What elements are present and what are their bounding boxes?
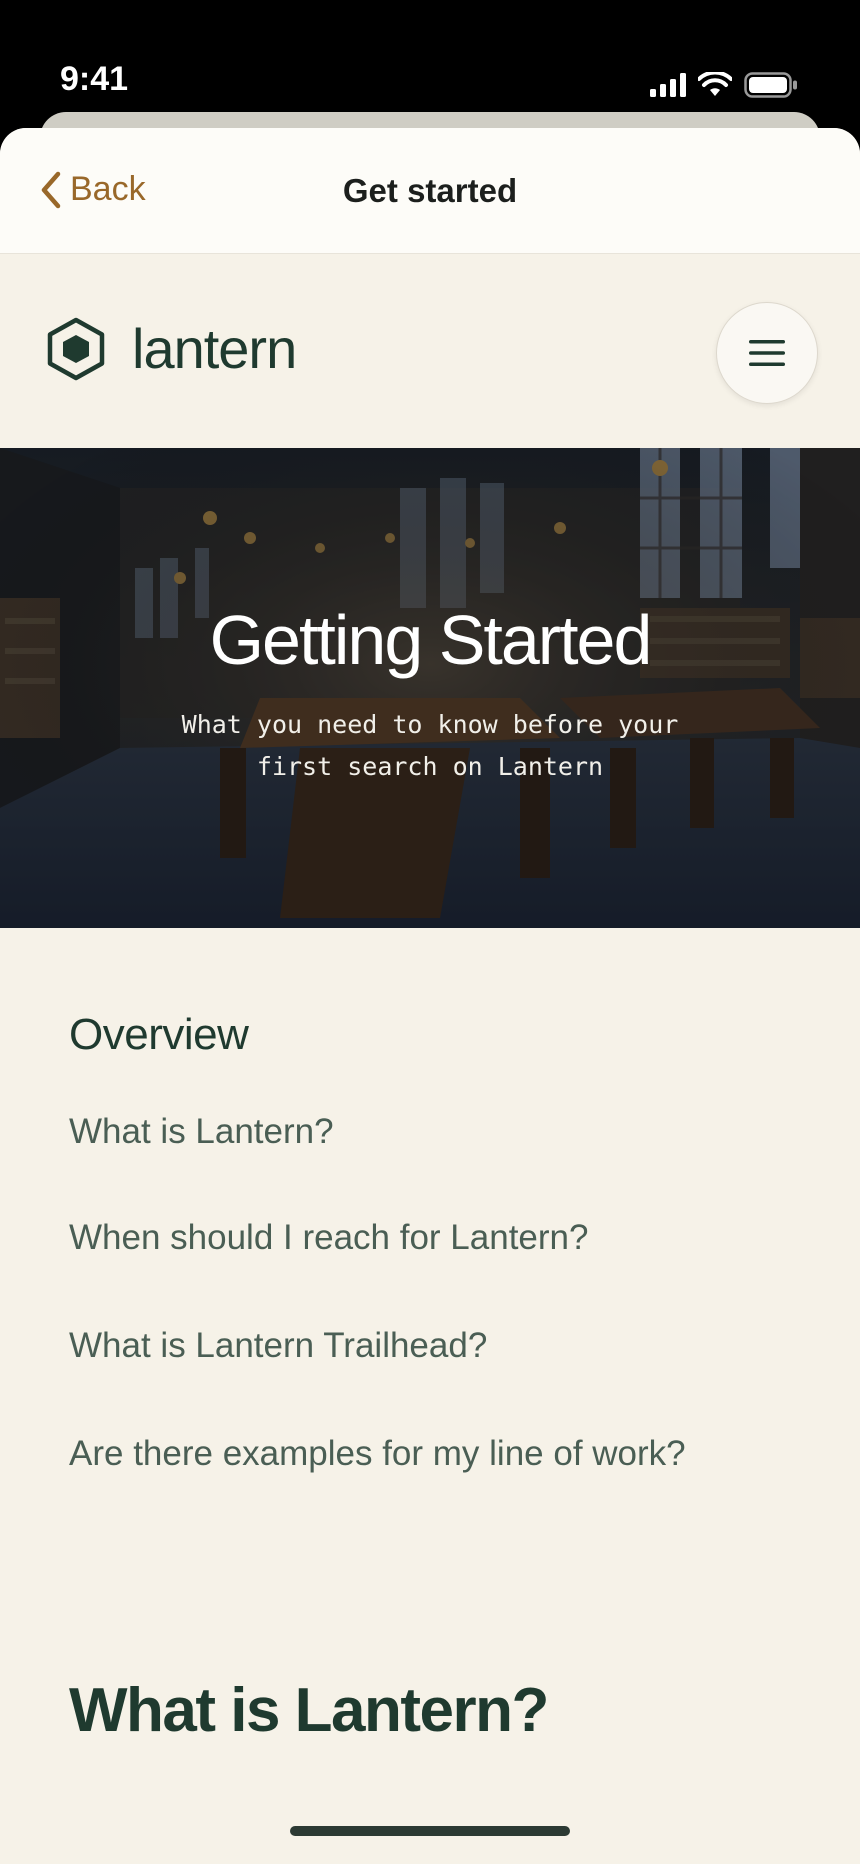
menu-button[interactable] [716,302,818,404]
wifi-icon [698,72,732,96]
toc-link-examples[interactable]: Are there examples for my line of work? [69,1434,686,1474]
status-icons [650,72,798,98]
page-title: Get started [342,172,518,209]
hero-banner: Getting Started What you need to know be… [0,448,860,928]
site-header: lantern [0,254,860,448]
modal-sheet: Back Get started lantern Getting Started… [0,128,860,1864]
hero-title: Getting Started [209,601,653,679]
page-content: Overview What is Lantern? When should I … [0,928,860,1864]
brand-name: lantern [132,317,297,380]
navigation-bar: Back Get started [0,128,860,254]
toc-link-when-to-use[interactable]: When should I reach for Lantern? [69,1218,588,1258]
overview-heading: Overview [69,1010,249,1059]
hamburger-menu-icon [749,340,785,366]
signal-icon [650,73,686,97]
toc-link-trailhead[interactable]: What is Lantern Trailhead? [69,1326,487,1366]
hexagon-logo-icon [47,317,105,380]
home-indicator[interactable] [290,1826,570,1836]
hero-subtitle: What you need to know before your first … [181,710,679,781]
brand-logo[interactable]: lantern [46,316,297,381]
status-time: 9:41 [60,60,129,98]
section-heading: What is Lantern? [69,1676,549,1745]
toc-link-what-is-lantern[interactable]: What is Lantern? [69,1112,334,1152]
status-bar: 9:41 [0,0,860,110]
battery-icon [744,72,797,98]
library-hero-image [0,448,860,928]
